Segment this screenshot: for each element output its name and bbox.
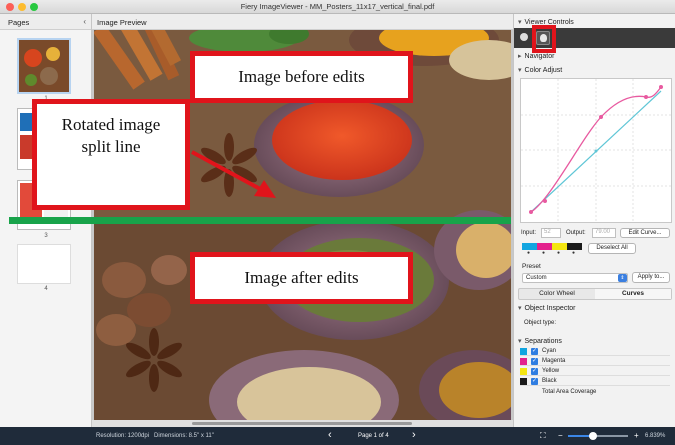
app-window: Fiery ImageViewer - MM_Posters_11x17_ver… bbox=[0, 0, 675, 445]
callout-arrow bbox=[191, 150, 263, 192]
highlight-box bbox=[532, 25, 556, 53]
annotation-overlay bbox=[191, 25, 556, 198]
